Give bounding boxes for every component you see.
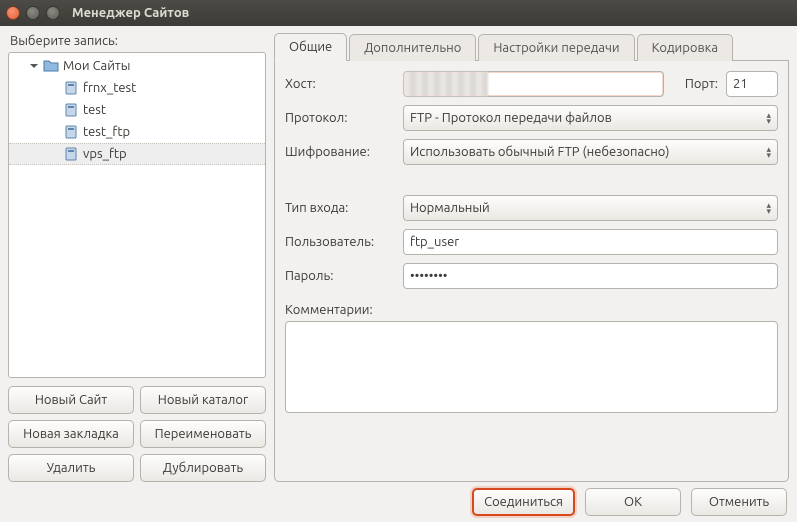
rename-button[interactable]: Переименовать (140, 420, 266, 448)
tree-item-label: frnx_test (83, 81, 136, 95)
spinner-icon: ▴▾ (766, 202, 771, 214)
host-label: Хост: (285, 77, 395, 91)
cancel-button[interactable]: Отменить (691, 488, 787, 516)
comments-textarea[interactable] (285, 321, 778, 413)
settings-tabs: Общие Дополнительно Настройки передачи К… (274, 32, 789, 61)
tab-transfer[interactable]: Настройки передачи (478, 34, 634, 61)
protocol-label: Протокол: (285, 111, 395, 125)
site-manager-left: Выберите запись: Мои Сайты frnx_test (8, 32, 266, 482)
server-icon (63, 102, 79, 118)
password-label: Пароль: (285, 269, 395, 283)
server-icon (63, 80, 79, 96)
close-icon[interactable] (6, 6, 20, 20)
comments-label: Комментарии: (285, 303, 778, 317)
site-settings-panel: Общие Дополнительно Настройки передачи К… (274, 32, 789, 482)
user-input[interactable] (403, 229, 778, 255)
protocol-value: FTP - Протокол передачи файлов (410, 111, 612, 125)
server-icon (63, 124, 79, 140)
sites-tree[interactable]: Мои Сайты frnx_test test test_ftp (8, 52, 266, 378)
logon-type-select[interactable]: Нормальный ▴▾ (403, 195, 778, 221)
tab-advanced[interactable]: Дополнительно (349, 34, 476, 61)
server-icon (63, 146, 79, 162)
maximize-icon[interactable] (46, 6, 60, 20)
list-item[interactable]: test_ftp (9, 121, 265, 143)
logon-type-label: Тип входа: (285, 201, 395, 215)
dialog-buttons: Соединиться OK Отменить (0, 482, 797, 522)
folder-icon (43, 58, 59, 74)
port-label: Порт: (672, 77, 718, 91)
spinner-icon: ▴▾ (766, 112, 771, 124)
new-site-button[interactable]: Новый Сайт (8, 386, 134, 414)
encryption-select[interactable]: Использовать обычный FTP (небезопасно) ▴… (403, 139, 778, 165)
list-item[interactable]: test (9, 99, 265, 121)
select-entry-label: Выберите запись: (10, 34, 266, 48)
minimize-icon[interactable] (26, 6, 40, 20)
titlebar: Менеджер Сайтов (0, 0, 797, 26)
ok-button[interactable]: OK (585, 488, 681, 516)
tree-root-label: Мои Сайты (63, 59, 130, 73)
list-item[interactable]: frnx_test (9, 77, 265, 99)
tree-item-label: vps_ftp (83, 147, 127, 161)
logon-type-value: Нормальный (410, 201, 490, 215)
chevron-down-icon[interactable] (29, 61, 39, 71)
connect-button[interactable]: Соединиться (472, 488, 575, 516)
window-title: Менеджер Сайтов (72, 6, 189, 20)
duplicate-button[interactable]: Дублировать (140, 454, 266, 482)
tree-item-label: test (83, 103, 106, 117)
tree-root[interactable]: Мои Сайты (9, 55, 265, 77)
protocol-select[interactable]: FTP - Протокол передачи файлов ▴▾ (403, 105, 778, 131)
delete-button[interactable]: Удалить (8, 454, 134, 482)
new-folder-button[interactable]: Новый каталог (140, 386, 266, 414)
tree-item-label: test_ftp (83, 125, 130, 139)
tab-charset[interactable]: Кодировка (637, 34, 733, 61)
redacted-host (404, 72, 488, 96)
encryption-value: Использовать обычный FTP (небезопасно) (410, 145, 670, 159)
list-item[interactable]: vps_ftp (9, 143, 265, 165)
spinner-icon: ▴▾ (766, 146, 771, 158)
port-input[interactable] (726, 71, 778, 97)
encryption-label: Шифрование: (285, 145, 395, 159)
user-label: Пользователь: (285, 235, 395, 249)
password-input[interactable] (403, 263, 778, 289)
tab-general[interactable]: Общие (274, 33, 347, 61)
new-bookmark-button[interactable]: Новая закладка (8, 420, 134, 448)
